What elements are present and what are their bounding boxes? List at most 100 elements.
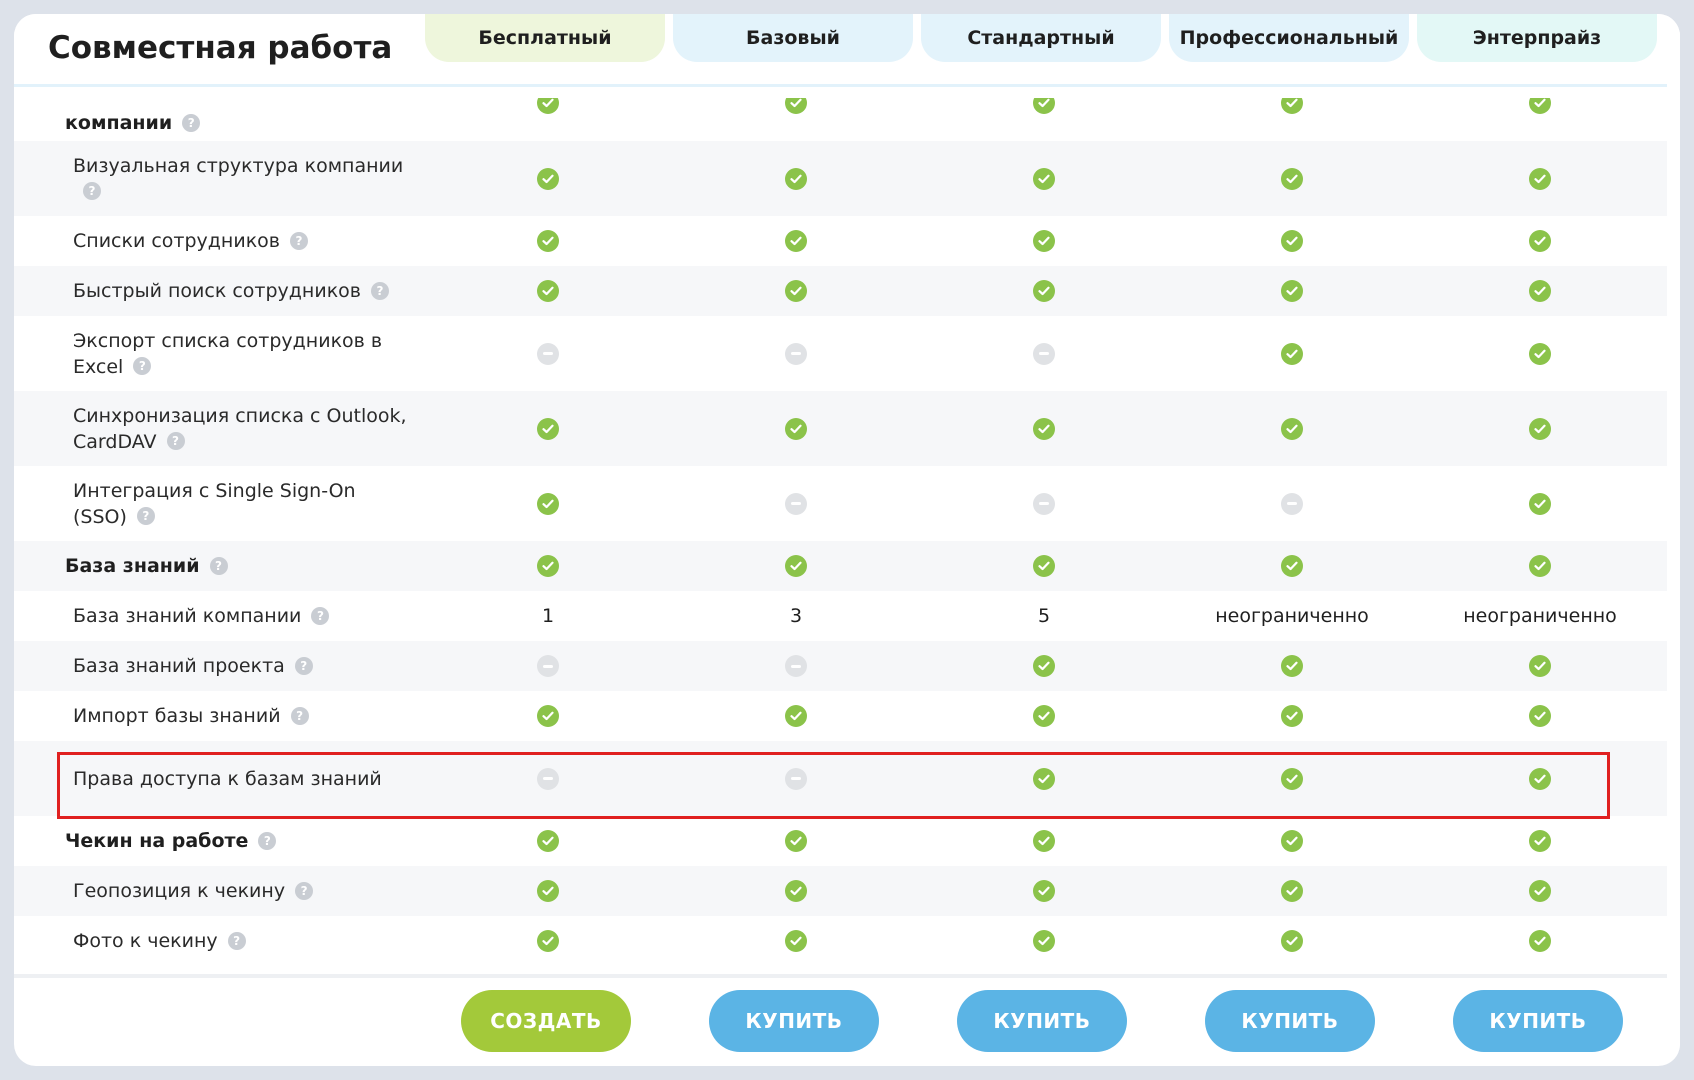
check-icon-basic	[785, 167, 807, 190]
check-icon	[1529, 230, 1551, 252]
feature-label-text: Экспорт списка сотрудников в Excel	[73, 329, 383, 378]
check-icon	[1529, 492, 1551, 515]
check-icon-enterprise	[1529, 767, 1551, 790]
check-icon-professional	[1281, 930, 1303, 952]
check-icon-professional	[1281, 417, 1303, 440]
buy-button-basic[interactable]: КУПИТЬ	[709, 990, 879, 1052]
check-icon	[537, 555, 559, 577]
check-icon	[1529, 830, 1551, 852]
scrollbar[interactable]	[1668, 14, 1680, 1066]
help-icon[interactable]: ?	[133, 357, 152, 375]
feature-label-text: Права доступа к базам знаний	[73, 767, 382, 790]
create-button-free[interactable]: СОЗДАТЬ	[461, 990, 631, 1052]
check-icon-enterprise	[1529, 930, 1551, 952]
check-icon-enterprise	[1529, 230, 1551, 252]
help-icon[interactable]: ?	[209, 556, 228, 575]
feature-label-text: Синхронизация списка с Outlook, CardDAV	[73, 404, 407, 453]
help-icon[interactable]: ?	[182, 113, 201, 132]
check-icon	[537, 830, 559, 852]
table-row: Быстрый поиск сотрудников?	[14, 266, 1667, 316]
check-icon-free	[537, 555, 559, 577]
plan-tab-standard[interactable]: Стандартный	[921, 14, 1161, 62]
check-icon	[1529, 880, 1551, 902]
feature-label: Фото к чекину?	[73, 928, 413, 954]
table-header: Совместная работа Бесплатный Базовый Ста…	[14, 14, 1680, 98]
check-icon	[1281, 555, 1303, 577]
help-icon[interactable]: ?	[166, 432, 185, 450]
check-icon-free	[537, 230, 559, 252]
help-icon[interactable]: ?	[311, 606, 330, 625]
minus-icon	[537, 655, 559, 677]
check-icon-standard	[1033, 417, 1055, 440]
check-icon	[1529, 167, 1551, 190]
table-row: Импорт базы знаний?	[14, 691, 1667, 741]
check-icon	[1033, 167, 1055, 190]
plan-tab-free[interactable]: Бесплатный	[425, 14, 665, 62]
feature-label-text: Визуальная структура компании	[73, 154, 404, 177]
check-icon	[537, 167, 559, 190]
check-icon	[1281, 830, 1303, 852]
unavailable-icon-standard	[1033, 492, 1055, 515]
unavailable-icon-basic	[785, 655, 807, 677]
help-icon[interactable]: ?	[371, 281, 390, 300]
feature-label-text: База знаний	[65, 555, 200, 577]
help-icon[interactable]: ?	[83, 182, 101, 200]
buy-button-professional[interactable]: КУПИТЬ	[1205, 990, 1375, 1052]
check-icon-enterprise	[1529, 492, 1551, 515]
check-icon-professional	[1281, 167, 1303, 190]
buy-button-enterprise[interactable]: КУПИТЬ	[1453, 990, 1623, 1052]
footer-divider	[14, 974, 1667, 978]
check-icon-professional	[1281, 230, 1303, 252]
check-icon-standard	[1033, 655, 1055, 677]
help-icon[interactable]: ?	[295, 881, 314, 900]
help-icon[interactable]: ?	[290, 706, 309, 725]
table-row: Геопозиция к чекину?	[14, 866, 1667, 916]
table-row: Синхронизация списка с Outlook, CardDAV?	[14, 391, 1667, 466]
table-row: Экспорт списка сотрудников в Excel?	[14, 316, 1667, 391]
check-icon-basic	[785, 280, 807, 302]
minus-icon	[1281, 492, 1303, 515]
table-row: Чекин на работе?	[14, 816, 1667, 866]
help-icon[interactable]: ?	[290, 231, 308, 250]
check-icon-free	[537, 880, 559, 902]
minus-icon	[1033, 492, 1055, 515]
check-icon-enterprise	[1529, 555, 1551, 577]
feature-label: Геопозиция к чекину?	[73, 878, 413, 904]
check-icon-free	[537, 930, 559, 952]
help-icon[interactable]: ?	[227, 931, 246, 950]
minus-icon	[785, 492, 807, 515]
feature-label-text: Чекин на работе	[65, 830, 249, 852]
check-icon	[537, 492, 559, 515]
plan-tab-professional[interactable]: Профессиональный	[1169, 14, 1409, 62]
check-icon	[785, 880, 807, 902]
feature-label-text: Быстрый поиск сотрудников	[73, 280, 362, 302]
help-icon[interactable]: ?	[136, 507, 155, 525]
help-icon[interactable]: ?	[294, 656, 313, 675]
check-icon-enterprise	[1529, 280, 1551, 302]
feature-label-text: Интеграция с Single Sign-On (SSO)	[73, 479, 356, 528]
check-icon	[785, 417, 807, 440]
check-icon-standard	[1033, 767, 1055, 790]
help-icon[interactable]: ?	[258, 831, 277, 850]
table-row: Фото к чекину?	[14, 916, 1667, 966]
buy-button-standard[interactable]: КУПИТЬ	[957, 990, 1127, 1052]
check-icon	[785, 930, 807, 952]
check-icon-professional	[1281, 705, 1303, 727]
limit-value: 5	[1037, 605, 1051, 627]
feature-label: Списки сотрудников?	[73, 228, 413, 254]
unavailable-icon-basic	[785, 492, 807, 515]
check-icon	[1033, 767, 1055, 790]
feature-label: База знаний проекта?	[73, 653, 413, 679]
check-icon	[1281, 930, 1303, 952]
feature-label: Чекин на работе?	[65, 828, 405, 854]
check-icon-basic	[785, 930, 807, 952]
check-icon	[1281, 880, 1303, 902]
check-icon-basic	[785, 830, 807, 852]
plan-tab-enterprise[interactable]: Энтерпрайз	[1417, 14, 1657, 62]
table-row: База знаний компании? 1 3 5 неограниченно нео…	[14, 591, 1667, 641]
check-icon-professional	[1281, 655, 1303, 677]
check-icon	[1033, 830, 1055, 852]
minus-icon	[537, 767, 559, 790]
plan-tab-basic[interactable]: Базовый	[673, 14, 913, 62]
page-title: Совместная работа	[48, 30, 393, 66]
